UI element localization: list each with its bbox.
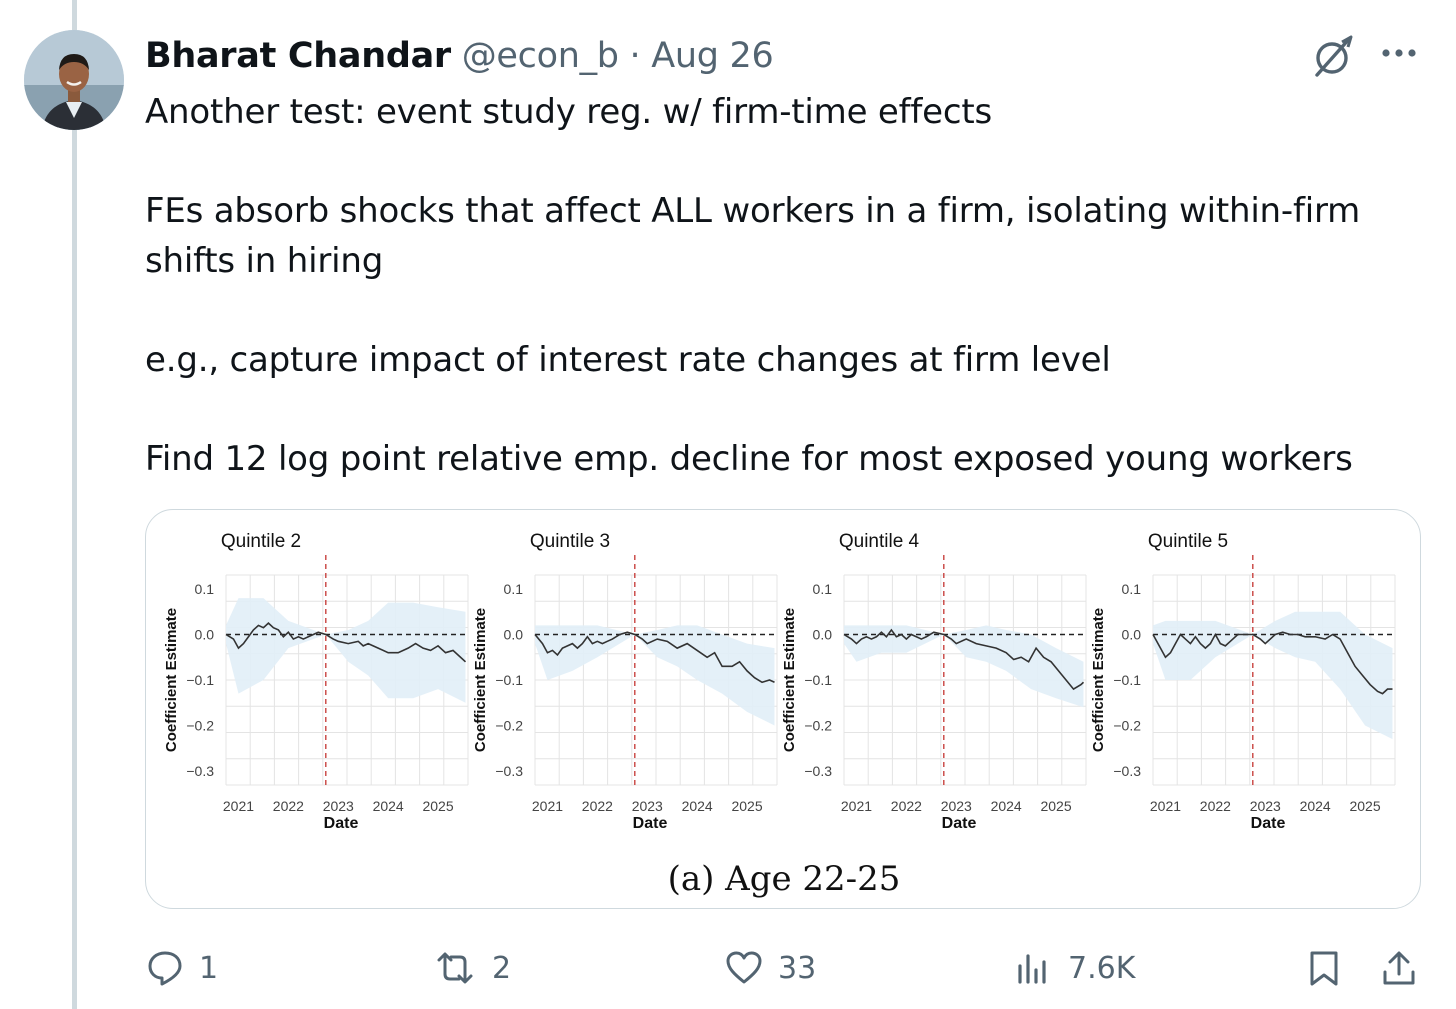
- y-tick-label: −0.2: [1113, 718, 1141, 734]
- x-tick-label: 2024: [682, 798, 713, 814]
- y-axis-label: Coefficient Estimate: [163, 608, 180, 752]
- confidence-band: [844, 625, 1084, 708]
- panel-title: Quintile 2: [221, 531, 301, 552]
- y-tick-label: −0.2: [495, 718, 523, 734]
- tweet-media-chart[interactable]: Quintile 2 Coefficient Estimate 0.1 0.0 −0.1…: [145, 509, 1421, 909]
- y-tick-label: −0.3: [186, 763, 214, 779]
- y-tick-label: −0.1: [186, 672, 214, 688]
- repost-count: 2: [492, 950, 512, 986]
- x-tick-label: 2022: [1200, 798, 1231, 814]
- y-axis-label: Coefficient Estimate: [1090, 608, 1107, 752]
- tweet-header: Bharat Chandar @econ_b · Aug 26: [145, 36, 774, 76]
- x-tick-label: 2021: [1150, 798, 1181, 814]
- avatar-image: [24, 30, 124, 130]
- tweet-text: Another test: event study reg. w/ firm-t…: [145, 92, 1361, 479]
- y-tick-label: 0.1: [195, 581, 215, 597]
- like-count: 33: [778, 950, 817, 986]
- y-tick-label: −0.2: [804, 718, 832, 734]
- bookmark-icon: [1310, 951, 1338, 986]
- y-axis-label: Coefficient Estimate: [781, 608, 798, 752]
- reply-button[interactable]: 1: [145, 940, 218, 996]
- x-tick-label: 2021: [532, 798, 563, 814]
- x-tick-label: 2023: [632, 798, 663, 814]
- x-tick-label: 2024: [373, 798, 404, 814]
- x-tick-label: 2021: [841, 798, 872, 814]
- y-tick-label: −0.3: [1113, 763, 1141, 779]
- x-tick-label: 2022: [273, 798, 304, 814]
- heart-icon: [726, 951, 762, 984]
- reply-icon: [148, 951, 182, 986]
- y-axis-label: Coefficient Estimate: [472, 608, 489, 752]
- avatar[interactable]: [24, 30, 124, 130]
- panel-title: Quintile 3: [530, 531, 610, 552]
- x-tick-label: 2022: [582, 798, 613, 814]
- y-tick-label: 0.0: [504, 627, 524, 643]
- author-name[interactable]: Bharat Chandar: [145, 36, 451, 76]
- y-tick-label: −0.1: [1113, 672, 1141, 688]
- x-tick-label: 2024: [991, 798, 1022, 814]
- views-count: 7.6K: [1068, 950, 1136, 986]
- views-button[interactable]: 7.6K: [1014, 940, 1135, 996]
- separator: ·: [629, 36, 641, 76]
- share-button[interactable]: [1379, 940, 1419, 996]
- chart-figure: Quintile 2 Coefficient Estimate 0.1 0.0 −0.1…: [163, 531, 1396, 899]
- y-tick-label: −0.1: [495, 672, 523, 688]
- y-tick-label: −0.1: [804, 672, 832, 688]
- y-tick-label: 0.0: [1122, 627, 1142, 643]
- bookmark-button[interactable]: [1304, 940, 1344, 996]
- panel-title: Quintile 4: [839, 531, 920, 552]
- x-axis-label: Date: [1251, 815, 1286, 832]
- x-axis-label: Date: [633, 815, 668, 832]
- confidence-band: [1153, 611, 1393, 740]
- x-tick-label: 2025: [422, 798, 453, 814]
- author-handle[interactable]: @econ_b: [462, 36, 619, 76]
- more-icon[interactable]: [1378, 38, 1422, 68]
- y-tick-label: −0.3: [804, 763, 832, 779]
- like-button[interactable]: 33: [724, 940, 816, 996]
- y-tick-label: −0.2: [186, 718, 214, 734]
- repost-button[interactable]: 2: [432, 940, 511, 996]
- x-tick-label: 2024: [1300, 798, 1331, 814]
- panel-title: Quintile 5: [1148, 531, 1228, 552]
- grok-icon[interactable]: [1310, 32, 1358, 80]
- share-icon: [1383, 951, 1415, 985]
- views-icon: [1018, 954, 1046, 984]
- x-tick-label: 2022: [891, 798, 922, 814]
- x-tick-label: 2025: [1349, 798, 1380, 814]
- repost-icon: [437, 952, 473, 984]
- action-bar: 1 2 33 7.6K: [0, 940, 1456, 1000]
- y-tick-label: 0.0: [195, 627, 215, 643]
- x-tick-label: 2023: [323, 798, 354, 814]
- x-axis-label: Date: [324, 815, 359, 832]
- y-tick-label: 0.1: [813, 581, 833, 597]
- reply-count: 1: [199, 950, 219, 986]
- y-tick-label: −0.3: [495, 763, 523, 779]
- y-tick-label: 0.0: [813, 627, 833, 643]
- x-tick-label: 2025: [731, 798, 762, 814]
- tweet-date[interactable]: Aug 26: [651, 36, 774, 76]
- x-tick-label: 2023: [941, 798, 972, 814]
- figure-caption: (a) Age 22-25: [668, 859, 901, 899]
- x-tick-label: 2021: [223, 798, 254, 814]
- x-tick-label: 2025: [1040, 798, 1071, 814]
- y-tick-label: 0.1: [504, 581, 524, 597]
- thread-line: [72, 0, 77, 1009]
- x-axis-label: Date: [942, 815, 977, 832]
- y-tick-label: 0.1: [1122, 581, 1142, 597]
- x-tick-label: 2023: [1250, 798, 1281, 814]
